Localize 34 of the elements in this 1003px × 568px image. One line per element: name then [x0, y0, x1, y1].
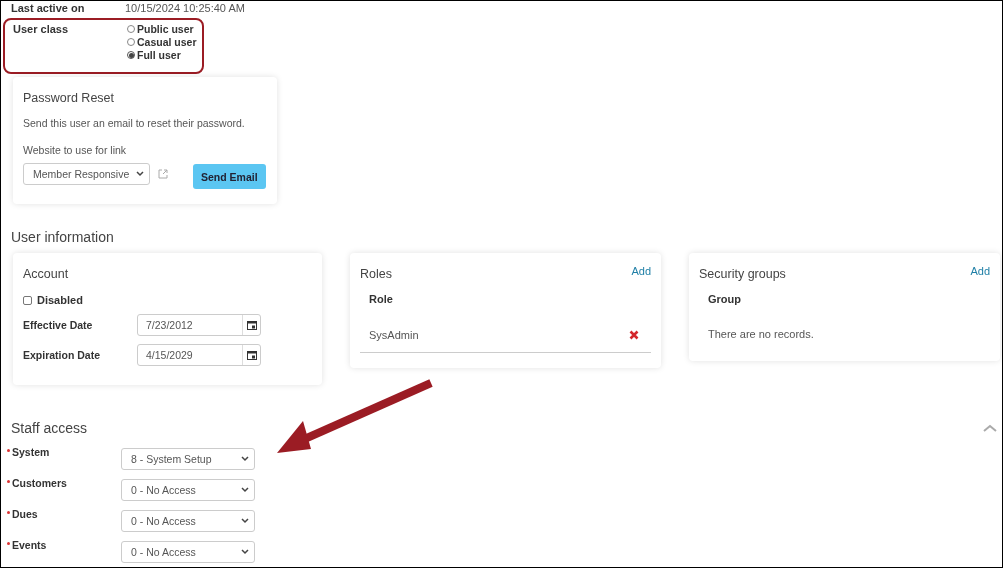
access-level-select[interactable]: 8 - System Setup — [121, 448, 255, 470]
website-select[interactable]: Member Responsive — [23, 163, 150, 185]
card-title: Security groups — [699, 267, 786, 281]
card-title: Password Reset — [23, 91, 115, 105]
empty-message: There are no records. — [708, 328, 815, 340]
access-level-select[interactable]: 0 - No Access — [121, 510, 255, 532]
field-value: 10/15/2024 10:25:40 AM — [125, 2, 245, 14]
field-label: Dues — [7, 508, 121, 520]
field-label: Customers — [7, 477, 121, 489]
send-email-button[interactable]: Send Email — [193, 164, 266, 189]
field-label: Website to use for link — [23, 144, 128, 156]
add-link[interactable]: Add — [970, 265, 990, 277]
column-header: Role — [369, 293, 394, 305]
card-title: Account — [23, 267, 70, 281]
radio-option[interactable]: Full user — [127, 49, 197, 61]
field-label: Events — [7, 539, 121, 551]
date-field[interactable]: 4/15/2029 — [137, 344, 261, 366]
add-link[interactable]: Add — [631, 265, 651, 277]
field-label: Effective Date — [23, 319, 94, 331]
table-cell: SysAdmin — [369, 329, 419, 341]
field-label: System — [7, 446, 121, 458]
field-label: User class — [13, 23, 70, 37]
field-label: Expiration Date — [23, 349, 102, 361]
card-title: Roles — [360, 267, 392, 281]
access-level-select[interactable]: 0 - No Access — [121, 541, 255, 563]
radio-option[interactable]: Casual user — [127, 36, 197, 48]
date-field[interactable]: 7/23/2012 — [137, 314, 261, 336]
field-label: Last active on — [11, 2, 86, 14]
access-level-select[interactable]: 0 - No Access — [121, 479, 255, 501]
radio-option[interactable]: Public user — [127, 23, 197, 35]
section-heading: User information — [11, 229, 115, 245]
description-text: Send this user an email to reset their password. — [23, 117, 246, 129]
column-header: Group — [708, 293, 742, 305]
section-heading: Staff access — [11, 420, 87, 436]
